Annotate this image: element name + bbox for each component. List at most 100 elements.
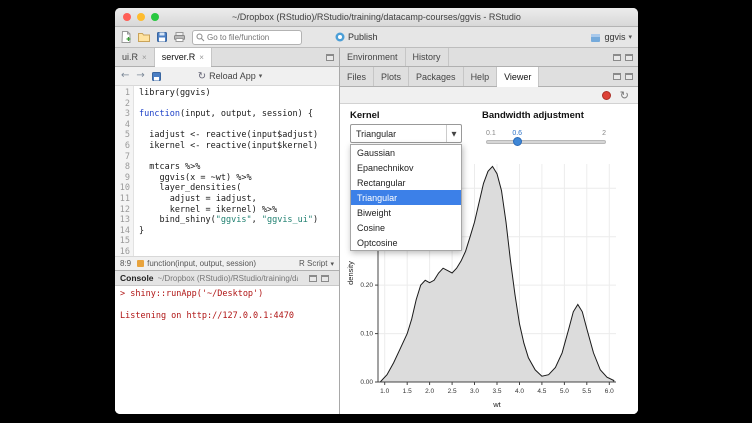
goto-file-search[interactable] <box>192 30 302 45</box>
svg-text:6.0: 6.0 <box>605 388 614 395</box>
maximize-pane-icon[interactable] <box>321 275 329 282</box>
kernel-select[interactable]: Triangular ▼ <box>350 124 462 143</box>
back-icon[interactable]: ← <box>121 71 129 81</box>
tab-label: ui.R <box>122 52 138 62</box>
publish-label: Publish <box>348 32 378 42</box>
tab-server-r[interactable]: server.R × <box>155 48 212 66</box>
tab-label: History <box>413 52 441 62</box>
close-icon[interactable]: × <box>142 53 147 62</box>
code-area[interactable]: library(ggvis) function(input, output, s… <box>134 86 339 256</box>
editor-tabbar: ui.R × server.R × <box>115 48 339 67</box>
environment-history-tabbar: Environment History <box>340 48 638 67</box>
dropdown-option[interactable]: Biweight <box>351 205 461 220</box>
svg-text:0.20: 0.20 <box>360 282 373 289</box>
viewer-content: Kernel Bandwidth adjustment Triangular ▼… <box>340 104 638 414</box>
tab-plots[interactable]: Plots <box>374 67 409 86</box>
reload-app-button[interactable]: ↻ Reload App ▾ <box>198 71 262 82</box>
stop-app-button[interactable] <box>602 91 611 100</box>
dropdown-option[interactable]: Optcosine <box>351 235 461 250</box>
bandwidth-slider-handle[interactable] <box>513 137 522 146</box>
kernel-label: Kernel <box>350 110 380 121</box>
dropdown-option[interactable]: Triangular <box>351 190 461 205</box>
zoom-window-button[interactable] <box>151 13 159 21</box>
chevron-down-icon: ▾ <box>628 33 632 41</box>
print-icon[interactable] <box>174 32 185 42</box>
tab-label: Environment <box>347 52 398 62</box>
minimize-pane-icon[interactable] <box>613 73 621 80</box>
refresh-icon[interactable]: ↻ <box>620 90 629 101</box>
svg-text:2.5: 2.5 <box>448 388 457 395</box>
new-file-icon[interactable] <box>121 31 131 43</box>
chevron-down-icon: ▾ <box>259 72 263 80</box>
dropdown-option[interactable]: Rectangular <box>351 175 461 190</box>
right-column: Environment History Files Plots Packages… <box>340 48 638 414</box>
console-line: > shiny::runApp('~/Desktop') <box>120 289 334 300</box>
minimize-pane-icon[interactable] <box>309 275 317 282</box>
dropdown-option[interactable]: Cosine <box>351 220 461 235</box>
publish-icon <box>335 32 345 42</box>
svg-text:wt: wt <box>492 400 501 409</box>
tab-environment[interactable]: Environment <box>340 48 406 66</box>
console-working-directory: ~/Dropbox (RStudio)/RStudio/training/dat… <box>158 274 298 283</box>
scope-label: function(input, output, session) <box>147 259 256 268</box>
bandwidth-slider-max: 2 <box>602 130 606 137</box>
tab-history[interactable]: History <box>406 48 449 66</box>
console-header: Console ~/Dropbox (RStudio)/RStudio/trai… <box>115 270 339 286</box>
maximize-pane-icon[interactable] <box>625 54 633 61</box>
tab-ui-r[interactable]: ui.R × <box>115 48 155 66</box>
code-line: bind_shiny("ggvis", "ggvis_ui") <box>139 215 339 226</box>
console-title: Console <box>120 273 154 283</box>
code-line <box>139 152 339 163</box>
close-icon[interactable]: × <box>199 53 204 62</box>
svg-text:4.0: 4.0 <box>515 388 524 395</box>
cursor-position: 8:9 <box>120 259 131 268</box>
minimize-pane-icon[interactable] <box>613 54 621 61</box>
project-label: ggvis <box>604 32 625 42</box>
reload-app-label: Reload App <box>209 71 256 81</box>
tab-packages[interactable]: Packages <box>409 67 464 86</box>
bandwidth-slider-value: 0.6 <box>512 130 522 137</box>
bandwidth-slider-min: 0.1 <box>486 130 496 137</box>
dropdown-option[interactable]: Gaussian <box>351 145 461 160</box>
console[interactable]: > shiny::runApp('~/Desktop') Listening o… <box>115 286 339 414</box>
publish-button[interactable]: Publish <box>335 32 378 42</box>
tab-files[interactable]: Files <box>340 67 374 86</box>
slider-track[interactable] <box>486 140 606 144</box>
maximize-pane-icon[interactable] <box>625 73 633 80</box>
forward-icon[interactable]: → <box>136 71 144 81</box>
popout-pane-icon[interactable] <box>326 54 334 61</box>
bandwidth-slider[interactable]: 0.1 0.6 2 <box>486 140 606 144</box>
traffic-lights <box>123 13 159 21</box>
save-icon[interactable] <box>157 32 167 42</box>
scope-menu[interactable]: function(input, output, session) <box>137 259 256 268</box>
function-icon <box>137 260 144 267</box>
kernel-select-value: Triangular <box>351 129 446 139</box>
bandwidth-label: Bandwidth adjustment <box>482 110 584 121</box>
console-line: Listening on http://127.0.0.1:4470 <box>120 311 334 322</box>
file-type-menu[interactable]: R Script ▾ <box>299 259 334 268</box>
tab-label: Help <box>471 72 490 82</box>
tab-viewer[interactable]: Viewer <box>497 67 539 86</box>
tab-label: Viewer <box>504 72 531 82</box>
chevron-down-icon: ▾ <box>330 260 334 268</box>
project-menu[interactable]: ggvis ▾ <box>590 32 632 43</box>
code-line: kernel = ikernel) %>% <box>139 205 339 216</box>
code-line: layer_densities( <box>139 183 339 194</box>
minimize-window-button[interactable] <box>137 13 145 21</box>
title-bar: ~/Dropbox (RStudio)/RStudio/training/dat… <box>115 8 638 27</box>
open-folder-icon[interactable] <box>138 32 150 42</box>
code-line: library(ggvis) <box>139 88 339 99</box>
code-editor[interactable]: 12345678910111213141516 library(ggvis) f… <box>115 86 339 256</box>
svg-text:3.0: 3.0 <box>470 388 479 395</box>
code-line <box>139 247 339 256</box>
code-line: mtcars %>% <box>139 162 339 173</box>
close-window-button[interactable] <box>123 13 131 21</box>
project-cube-icon <box>590 32 601 43</box>
svg-text:2.0: 2.0 <box>425 388 434 395</box>
svg-text:1.5: 1.5 <box>403 388 412 395</box>
save-icon[interactable] <box>152 72 161 81</box>
dropdown-option[interactable]: Epanechnikov <box>351 160 461 175</box>
tab-help[interactable]: Help <box>464 67 498 86</box>
search-input[interactable] <box>207 33 298 42</box>
svg-text:0.10: 0.10 <box>360 331 373 338</box>
